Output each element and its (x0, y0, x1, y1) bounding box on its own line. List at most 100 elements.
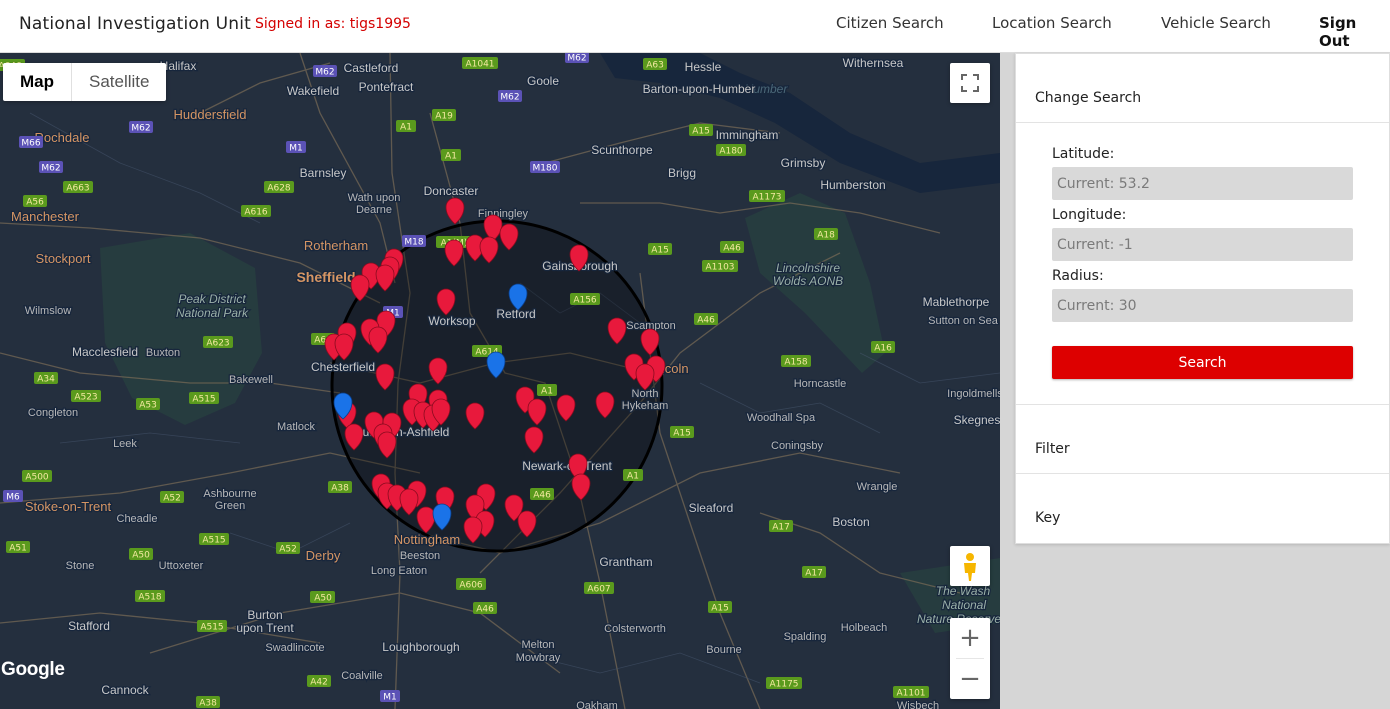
road-shield: A623 (203, 336, 233, 349)
map-place-label: Coalville (341, 670, 383, 682)
map-place-label: Stone (66, 560, 95, 572)
road-shield: M180 (530, 161, 560, 174)
road-shield-label: A34 (37, 375, 55, 385)
road-shield-label: A515 (192, 395, 215, 405)
map-place-label: National (942, 598, 986, 612)
map-pin-red[interactable] (445, 197, 465, 225)
filter-header[interactable]: Filter (1035, 441, 1070, 457)
road-shield-label: A16 (874, 344, 892, 354)
road-shield-label: A500 (25, 473, 49, 483)
road-shield-label: A518 (138, 593, 162, 603)
latitude-input[interactable] (1052, 167, 1353, 200)
map-place-label: Chesterfield (311, 360, 375, 374)
longitude-input[interactable] (1052, 228, 1353, 261)
map-place-label: Doncaster (424, 184, 479, 198)
map-place-label: Peak District (178, 292, 246, 306)
map-place-label: upon Trent (236, 621, 294, 635)
map-place-label: Wilmslow (25, 305, 71, 317)
map-place-label: Holbeach (841, 622, 887, 634)
road-shield-label: M62 (131, 124, 150, 134)
road-shield: A46 (530, 488, 554, 501)
road-shield-label: A515 (202, 536, 225, 546)
map-place-label: Spalding (784, 631, 827, 643)
map-place-label: Melton (521, 639, 554, 651)
radius-label: Radius: (1052, 268, 1104, 284)
map-layer: Halifax CastlefordGooleHessle WithernseaHu… (0, 53, 1000, 709)
google-logo[interactable]: Google (1, 659, 65, 681)
search-button[interactable]: Search (1052, 346, 1353, 379)
map-place-label: Ingoldmells (947, 388, 1000, 400)
road-shield: A607 (584, 582, 614, 595)
road-shield: A628 (264, 181, 294, 194)
map-canvas[interactable]: Halifax Castleford Goole Hessle Withernsea Hu… (0, 53, 1000, 709)
app-title[interactable]: National Investigation Unit (19, 14, 251, 34)
map-type-map-button[interactable]: Map (3, 63, 72, 101)
road-shield: A663 (63, 181, 93, 194)
map-place-label: Humberston (820, 178, 885, 192)
map-place-label: Burton (247, 608, 282, 622)
road-shield-label: M180 (533, 164, 558, 174)
road-shield-label: A1175 (769, 680, 798, 690)
key-header[interactable]: Key (1035, 510, 1060, 526)
map-place-label: Dearne (356, 204, 392, 216)
road-shield-label: M6 (6, 493, 20, 503)
map-place-label: Uttoxeter (159, 560, 204, 572)
road-shield: M1 (286, 141, 306, 154)
road-shield-label: A15 (673, 429, 691, 439)
map-place-label: Withernsea (843, 56, 904, 70)
road-shield: A15 (689, 124, 713, 137)
map-place-label: Goole (527, 74, 559, 88)
map-place-label: Colsterworth (604, 623, 666, 635)
nav-citizen-search[interactable]: Citizen Search (836, 14, 944, 32)
road-shield-label: A523 (74, 393, 97, 403)
longitude-label: Longitude: (1052, 207, 1127, 223)
map-place-label: Finningley (478, 208, 529, 220)
road-shield-label: A1 (627, 472, 639, 482)
map-place-label: Barnsley (300, 166, 347, 180)
road-shield: A15 (670, 426, 694, 439)
road-shield-label: A53 (139, 401, 157, 411)
road-shield-label: A51 (9, 544, 27, 554)
road-shield: A52 (160, 491, 184, 504)
road-shield: A606 (456, 578, 486, 591)
top-navbar: National Investigation Unit Signed in as… (0, 0, 1390, 53)
road-shield: A156 (570, 293, 600, 306)
map-place-label: Wolds AONB (773, 274, 843, 288)
zoom-in-button[interactable]: + (950, 618, 990, 658)
panel-divider (1016, 122, 1389, 123)
road-shield: A1 (537, 384, 557, 397)
map-place-label: Worksop (428, 314, 475, 328)
road-shield: A46 (473, 602, 497, 615)
map-place-label: Ashbourne (203, 488, 256, 500)
change-search-header[interactable]: Change Search (1035, 90, 1141, 106)
map-place-label: Horncastle (794, 378, 847, 390)
panel-divider (1016, 473, 1389, 474)
road-shield-label: A623 (206, 339, 229, 349)
map-place-label: Scunthorpe (591, 143, 653, 157)
zoom-out-button[interactable]: − (950, 659, 990, 699)
sign-out-link[interactable]: Sign Out (1319, 14, 1390, 50)
map-place-label: Stafford (68, 619, 110, 633)
radius-input[interactable] (1052, 289, 1353, 322)
road-shield: M6 (3, 490, 23, 503)
road-shield: A17 (802, 566, 826, 579)
road-shield: A180 (716, 144, 746, 157)
map-place-label: Bakewell (229, 374, 273, 386)
map-place-label: Huddersfield (174, 107, 247, 122)
map-place-label: Cheadle (117, 513, 158, 525)
map-place-label: Immingham (716, 128, 779, 142)
nav-location-search[interactable]: Location Search (992, 14, 1112, 32)
road-shield-label: A1041 (465, 60, 494, 70)
nav-vehicle-search[interactable]: Vehicle Search (1161, 14, 1271, 32)
map-type-satellite-button[interactable]: Satellite (72, 63, 166, 101)
road-shield: A523 (71, 390, 101, 403)
road-shield-label: A15 (692, 127, 710, 137)
map-place-label: Newark-on-Trent (522, 459, 612, 473)
fullscreen-button[interactable] (950, 63, 990, 103)
road-shield: A518 (135, 590, 165, 603)
road-shield: A15 (648, 243, 672, 256)
road-shield: A56 (23, 195, 47, 208)
map-place-label: Beeston (400, 550, 440, 562)
street-view-button[interactable] (950, 546, 990, 586)
road-shield-label: A1101 (896, 689, 925, 699)
